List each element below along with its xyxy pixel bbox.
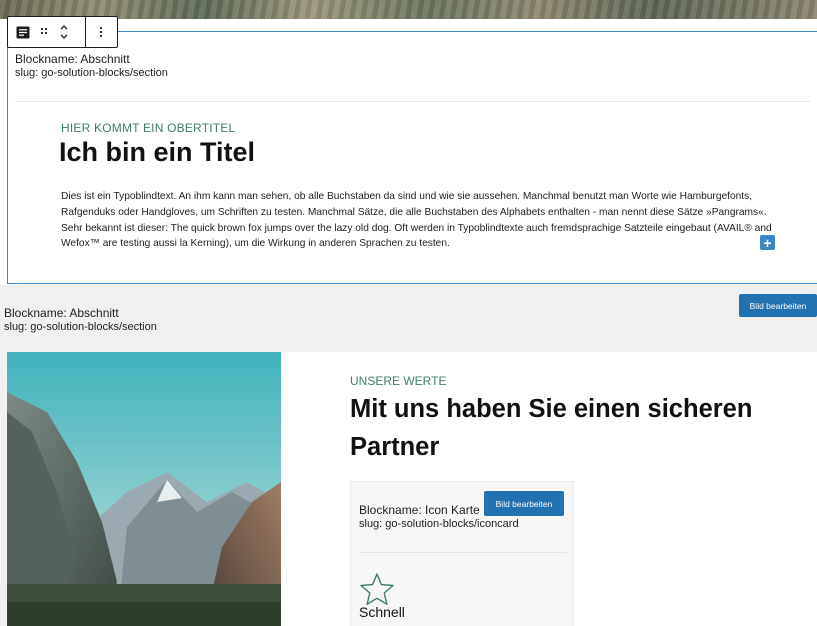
drag-handle-icon[interactable] [35,17,53,47]
blockname-label: Blockname: Icon Karte [359,503,480,517]
section-title[interactable]: Ich bin ein Titel [59,137,255,168]
more-options-icon[interactable] [86,17,116,47]
blockname-label: Blockname: Abschnitt [15,52,130,66]
blockname-label: Blockname: Abschnitt [4,306,119,320]
section-image[interactable] [7,352,281,626]
divider [359,552,567,553]
slug-label: slug: go-solution-blocks/iconcard [359,518,519,530]
section-title[interactable]: Mit uns haben Sie einen sicheren Partner [350,390,812,466]
body-paragraph[interactable]: Dies ist ein Typoblindtext. An ihm kann … [61,189,781,252]
edit-image-button[interactable]: Bild bearbeiten [484,491,564,516]
paragraph-block-icon[interactable] [11,17,35,47]
add-block-button[interactable]: + [760,235,775,250]
block-toolbar [7,16,118,48]
edit-image-button[interactable]: Bild bearbeiten [739,294,817,317]
overline[interactable]: HIER KOMMT EIN OBERTITEL [61,121,235,135]
header-image-strip [0,0,817,19]
slug-label: slug: go-solution-blocks/section [4,321,157,333]
icon-card-title[interactable]: Schnell [359,604,405,620]
divider [15,101,810,102]
overline[interactable]: UNSERE WERTE [350,374,446,388]
move-up-down-icon[interactable] [53,17,75,47]
slug-label: slug: go-solution-blocks/section [15,67,168,79]
